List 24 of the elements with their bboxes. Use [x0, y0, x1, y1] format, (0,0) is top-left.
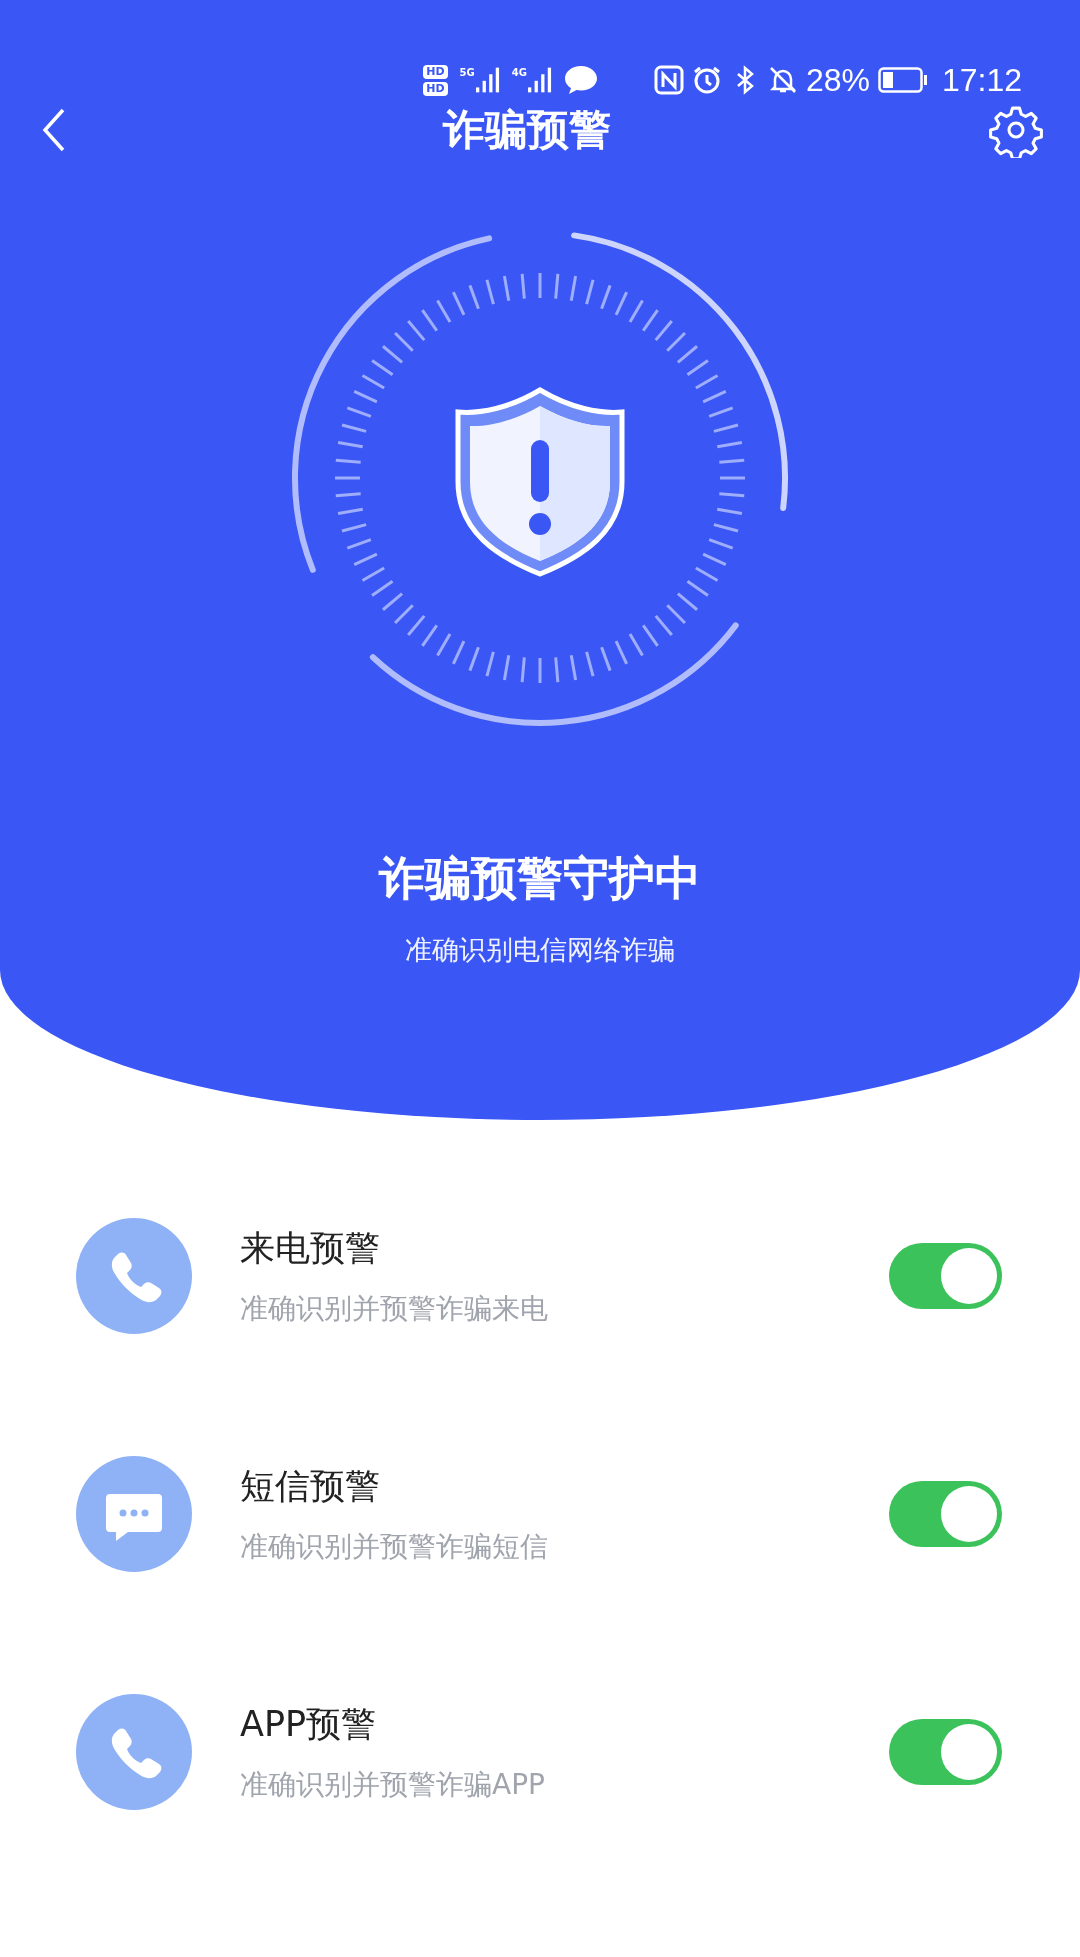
hd-badge: HD: [423, 81, 448, 96]
network-label: 5G: [459, 67, 475, 79]
feature-title: APP预警: [240, 1702, 378, 1746]
battery-icon: [877, 67, 928, 93]
protection-subtitle: 准确识别电信网络诈骗: [405, 933, 675, 967]
feature-description: 准确识别并预警诈骗短信: [240, 1528, 549, 1565]
nfc-icon: [653, 65, 684, 95]
protection-status: 诈骗预警守护中: [379, 850, 701, 907]
feature-description: 准确识别并预警诈骗来电: [240, 1290, 549, 1327]
phone-icon: [76, 1694, 192, 1810]
phone-icon: [76, 1218, 192, 1334]
feature-title: 短信预警: [240, 1464, 381, 1508]
feature-title: 来电预警: [240, 1226, 381, 1270]
back-button[interactable]: [42, 108, 66, 152]
network-label: 4G: [511, 67, 527, 79]
alarm-icon: [691, 65, 722, 95]
hd-badge: HD: [423, 64, 448, 79]
page-title: 诈骗预警: [443, 104, 611, 156]
message-icon: [76, 1456, 192, 1572]
muted-bell-icon: [767, 65, 798, 95]
battery-percentage: 28%: [805, 61, 870, 99]
chat-bubble-icon: [563, 65, 598, 95]
clock-time: 17:12: [941, 61, 1022, 99]
feature-description: 准确识别并预警诈骗APP: [240, 1766, 546, 1803]
